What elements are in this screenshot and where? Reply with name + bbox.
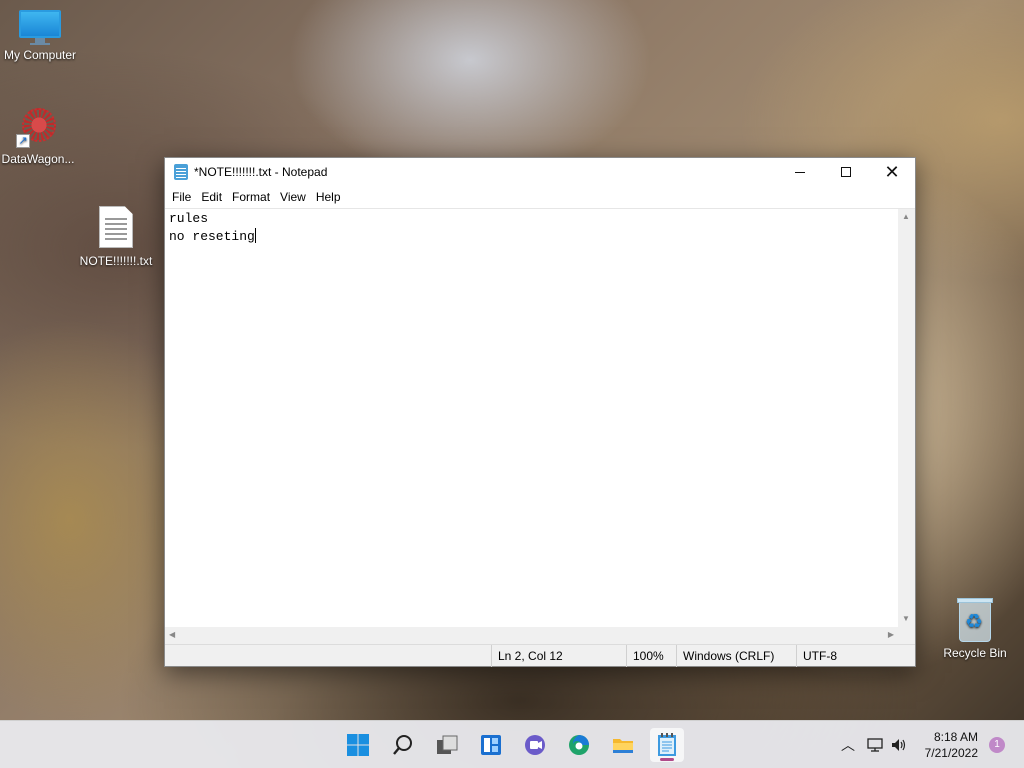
menu-format[interactable]: Format bbox=[227, 190, 275, 204]
monitor-icon bbox=[19, 10, 61, 45]
menu-view[interactable]: View bbox=[275, 190, 311, 204]
desktop-icon-note-file[interactable]: NOTE!!!!!!!.txt bbox=[76, 206, 156, 268]
status-bar: Ln 2, Col 12 100% Windows (CRLF) UTF-8 bbox=[165, 644, 915, 667]
horizontal-scrollbar[interactable]: ◀ ▶ bbox=[165, 627, 898, 644]
status-zoom: 100% bbox=[626, 644, 676, 667]
taskbar: ︿ 8:18 AM 7/21/2022 1 bbox=[0, 720, 1024, 768]
desktop-icon-label: My Computer bbox=[3, 48, 77, 62]
maximize-button[interactable] bbox=[823, 158, 869, 186]
scroll-left-icon[interactable]: ◀ bbox=[169, 631, 175, 639]
menu-file[interactable]: File bbox=[167, 190, 196, 204]
file-explorer-icon bbox=[613, 739, 633, 753]
close-icon: ✕ bbox=[884, 162, 900, 182]
clock-date: 7/21/2022 bbox=[924, 746, 978, 760]
task-view-icon bbox=[437, 735, 458, 754]
menu-edit[interactable]: Edit bbox=[196, 190, 227, 204]
status-encoding: UTF-8 bbox=[796, 644, 915, 667]
title-bar[interactable]: *NOTE!!!!!!!.txt - Notepad ✕ bbox=[165, 158, 915, 186]
menu-help[interactable]: Help bbox=[311, 190, 346, 204]
menu-bar: File Edit Format View Help bbox=[165, 186, 915, 208]
clock-time: 8:18 AM bbox=[933, 730, 978, 744]
system-tray: ︿ bbox=[838, 721, 908, 768]
text-file-icon bbox=[99, 206, 133, 248]
notification-badge[interactable]: 1 bbox=[989, 737, 1005, 753]
editor-line: no reseting bbox=[169, 229, 255, 244]
edge-icon bbox=[569, 735, 589, 755]
chat-button[interactable] bbox=[518, 728, 552, 762]
chat-icon bbox=[525, 735, 545, 755]
close-button[interactable]: ✕ bbox=[869, 158, 915, 186]
desktop-icon-label: NOTE!!!!!!!.txt bbox=[79, 254, 153, 268]
editor-area: rules no reseting ▲ ▼ ◀ ▶ bbox=[165, 208, 915, 644]
minimize-icon bbox=[795, 171, 805, 173]
chevron-up-icon[interactable]: ︿ bbox=[838, 735, 858, 755]
widgets-icon bbox=[481, 735, 501, 755]
desktop-icon-recycle-bin[interactable]: ♻ Recycle Bin bbox=[935, 598, 1015, 660]
notepad-taskbar-button[interactable] bbox=[650, 728, 684, 762]
maximize-icon bbox=[841, 167, 851, 177]
desktop-icon-datawagon[interactable]: ↗ DataWagon... bbox=[0, 108, 78, 166]
search-button[interactable] bbox=[386, 728, 420, 762]
volume-icon[interactable] bbox=[890, 736, 908, 754]
active-indicator bbox=[660, 758, 674, 761]
widgets-button[interactable] bbox=[474, 728, 508, 762]
file-explorer-button[interactable] bbox=[606, 728, 640, 762]
task-view-button[interactable] bbox=[430, 728, 464, 762]
search-icon bbox=[393, 735, 412, 755]
start-button[interactable] bbox=[341, 728, 375, 762]
edge-button[interactable] bbox=[562, 728, 596, 762]
scrollbar-corner bbox=[898, 627, 915, 644]
notepad-icon bbox=[658, 733, 676, 756]
clock[interactable]: 8:18 AM 7/21/2022 bbox=[925, 729, 978, 761]
status-line-ending: Windows (CRLF) bbox=[676, 644, 796, 667]
status-cursor-position: Ln 2, Col 12 bbox=[491, 644, 626, 667]
scroll-right-icon[interactable]: ▶ bbox=[888, 631, 894, 639]
shortcut-icon: ↗ bbox=[16, 108, 60, 148]
desktop-icon-label: Recycle Bin bbox=[943, 646, 1007, 660]
notepad-icon bbox=[174, 164, 188, 180]
desktop-icon-my-computer[interactable]: My Computer bbox=[0, 10, 80, 62]
window-title: *NOTE!!!!!!!.txt - Notepad bbox=[194, 165, 328, 179]
desktop-icon-label: DataWagon... bbox=[1, 152, 75, 166]
editor-line: rules bbox=[169, 211, 209, 226]
text-caret bbox=[254, 228, 256, 243]
text-editor[interactable]: rules no reseting bbox=[165, 209, 898, 627]
network-icon[interactable] bbox=[866, 736, 884, 754]
scroll-down-icon[interactable]: ▼ bbox=[902, 615, 910, 623]
vertical-scrollbar[interactable]: ▲ ▼ bbox=[898, 209, 915, 627]
notepad-window[interactable]: *NOTE!!!!!!!.txt - Notepad ✕ File Edit F… bbox=[164, 157, 916, 667]
scroll-up-icon[interactable]: ▲ bbox=[902, 213, 910, 221]
recycle-bin-icon: ♻ bbox=[955, 598, 995, 642]
minimize-button[interactable] bbox=[777, 158, 823, 186]
start-icon bbox=[347, 734, 369, 756]
